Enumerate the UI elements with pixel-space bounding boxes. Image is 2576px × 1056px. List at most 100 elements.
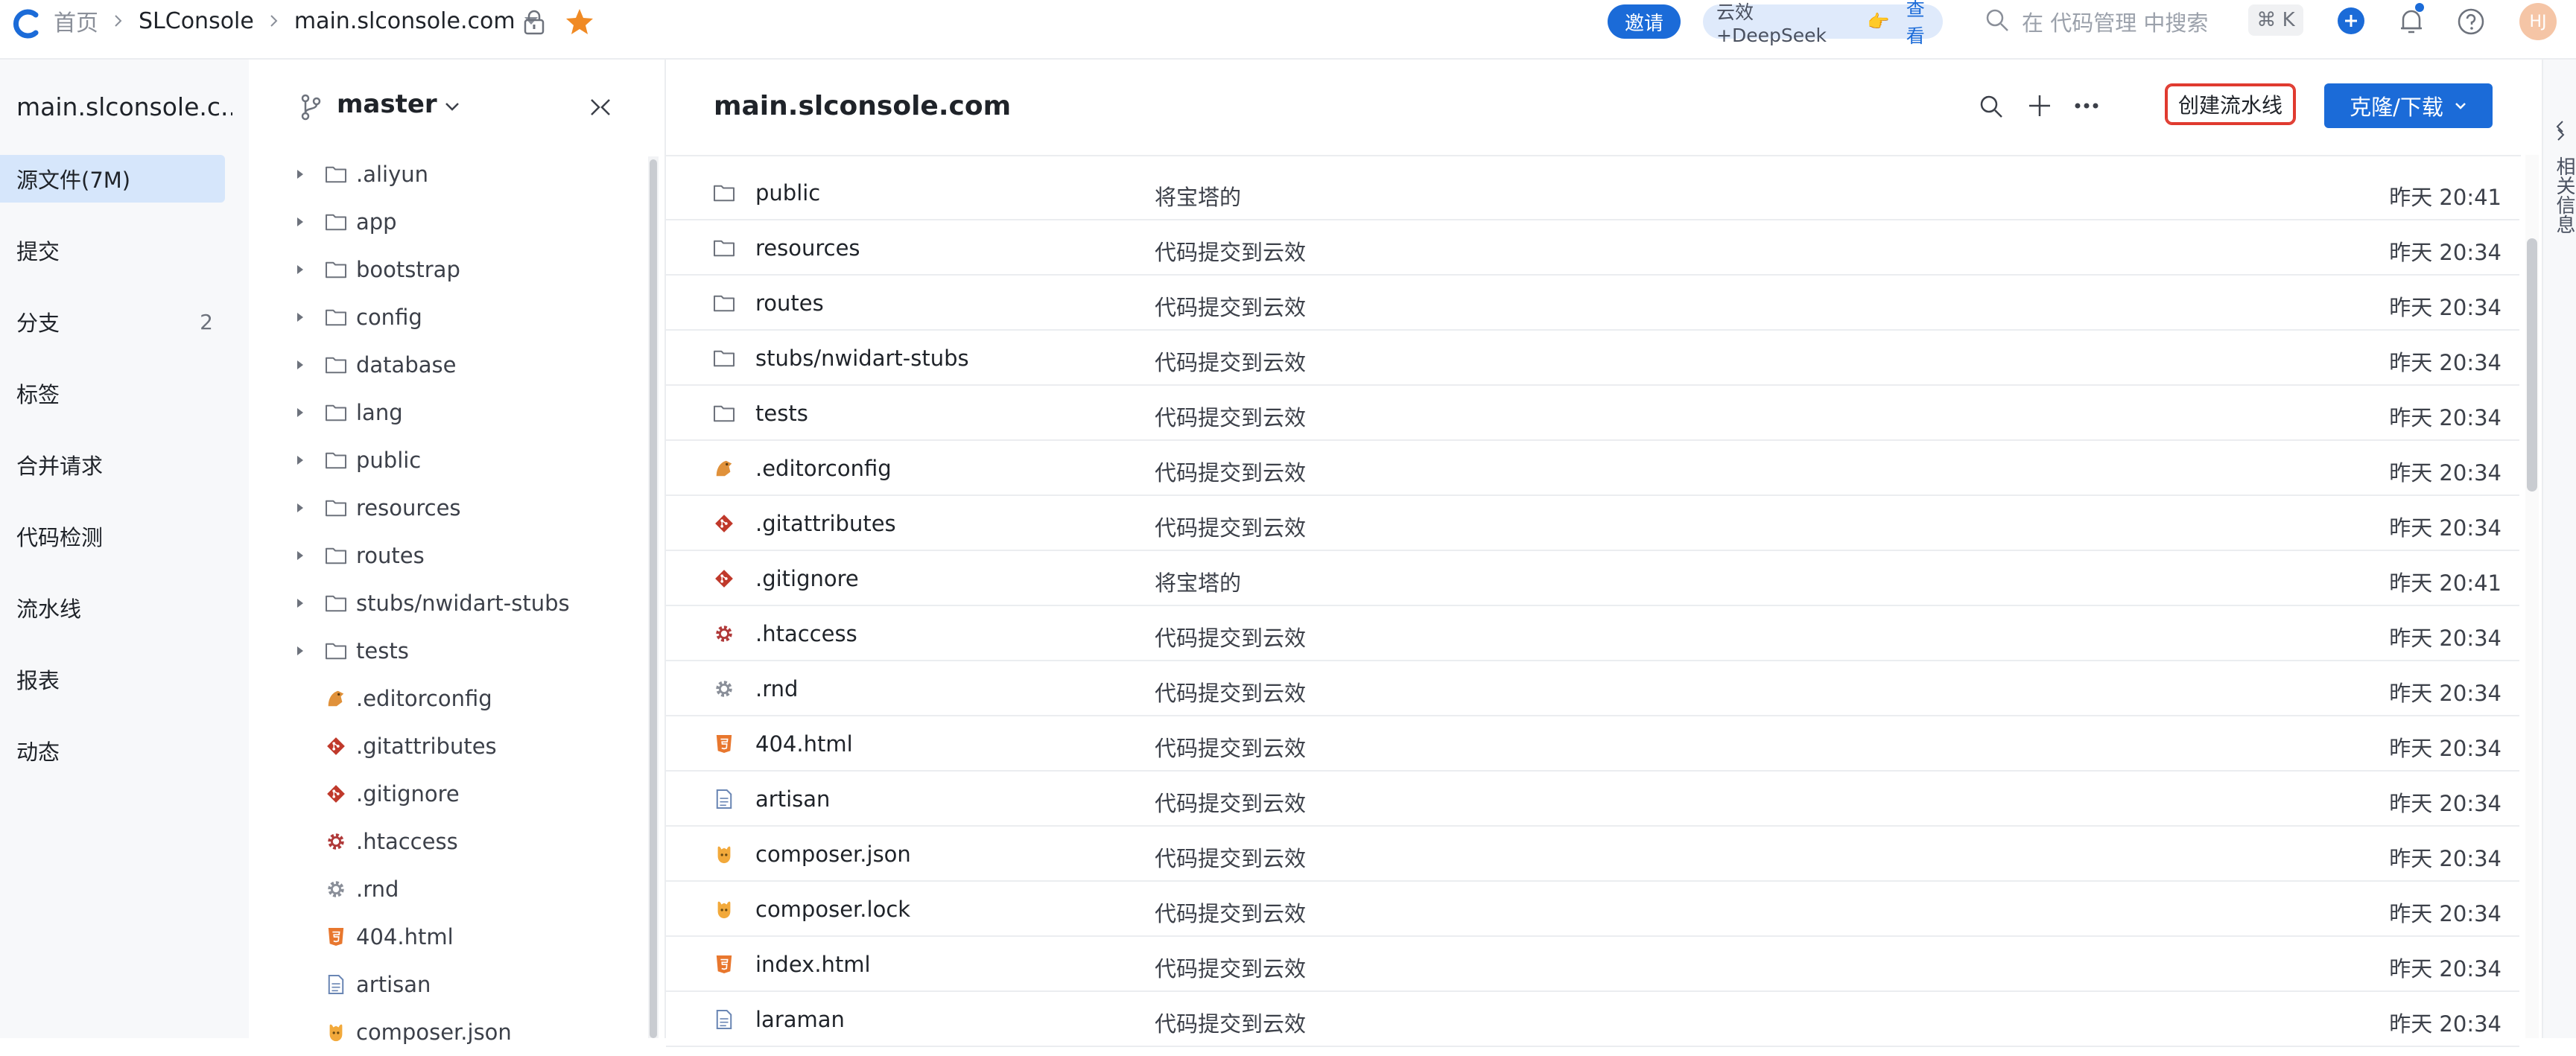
tree-item[interactable]: artisan bbox=[249, 961, 644, 1008]
file-name-link[interactable]: 404.html bbox=[755, 731, 853, 757]
sidebar-item-merge-requests[interactable]: 合并请求 bbox=[0, 441, 249, 489]
breadcrumb-home[interactable]: 首页 bbox=[54, 4, 98, 37]
file-name-link[interactable]: resources bbox=[755, 235, 860, 261]
caret-right-icon[interactable] bbox=[295, 597, 305, 610]
table-row[interactable]: laraman 代码提交到云效 昨天 20:34 bbox=[666, 992, 2519, 1047]
caret-right-icon[interactable] bbox=[295, 215, 305, 229]
invite-button[interactable]: 邀请 bbox=[1608, 4, 1681, 39]
sidebar-item-tags[interactable]: 标签 bbox=[0, 369, 249, 417]
commit-message[interactable]: 代码提交到云效 bbox=[1155, 346, 1306, 377]
file-name-link[interactable]: .htaccess bbox=[755, 621, 857, 646]
lock-icon[interactable] bbox=[521, 9, 547, 36]
file-name-link[interactable]: tests bbox=[755, 401, 808, 426]
table-row[interactable]: composer.lock 代码提交到云效 昨天 20:34 bbox=[666, 882, 2519, 937]
commit-message[interactable]: 代码提交到云效 bbox=[1155, 1007, 1306, 1038]
create-pipeline-button[interactable]: 创建流水线 bbox=[2165, 83, 2296, 125]
file-name-link[interactable]: index.html bbox=[755, 952, 871, 977]
commit-message[interactable]: 代码提交到云效 bbox=[1155, 290, 1306, 322]
tree-item[interactable]: .htaccess bbox=[249, 818, 644, 865]
table-row[interactable]: resources 代码提交到云效 昨天 20:34 bbox=[666, 220, 2519, 276]
table-row[interactable]: index.html 代码提交到云效 昨天 20:34 bbox=[666, 937, 2519, 992]
tree-item[interactable]: stubs/nwidart-stubs bbox=[249, 579, 644, 627]
commit-message[interactable]: 将宝塔的 bbox=[1155, 566, 1241, 597]
yunxiao-logo-icon[interactable] bbox=[10, 7, 43, 40]
tree-item[interactable]: public bbox=[249, 436, 644, 484]
file-name-link[interactable]: .gitattributes bbox=[755, 511, 896, 536]
caret-right-icon[interactable] bbox=[295, 358, 305, 372]
tree-scrollbar-thumb[interactable] bbox=[650, 159, 657, 1038]
tree-item[interactable]: composer.json bbox=[249, 1008, 644, 1056]
table-row[interactable]: .htaccess 代码提交到云效 昨天 20:34 bbox=[666, 606, 2519, 661]
sidebar-item-activity[interactable]: 动态 bbox=[0, 727, 249, 774]
sidebar-item-reports[interactable]: 报表 bbox=[0, 655, 249, 703]
tree-item[interactable]: .gitattributes bbox=[249, 722, 644, 770]
commit-message[interactable]: 代码提交到云效 bbox=[1155, 842, 1306, 873]
table-row[interactable]: artisan 代码提交到云效 昨天 20:34 bbox=[666, 772, 2519, 827]
file-name-link[interactable]: .gitignore bbox=[755, 566, 859, 591]
file-name-link[interactable]: composer.json bbox=[755, 842, 911, 867]
tree-item[interactable]: database bbox=[249, 341, 644, 389]
branch-selector[interactable]: master bbox=[337, 89, 437, 119]
table-row[interactable]: tests 代码提交到云效 昨天 20:34 bbox=[666, 386, 2519, 441]
caret-right-icon[interactable] bbox=[295, 406, 305, 419]
table-row[interactable]: stubs/nwidart-stubs 代码提交到云效 昨天 20:34 bbox=[666, 331, 2519, 386]
file-name-link[interactable]: routes bbox=[755, 290, 824, 316]
tree-item[interactable]: .rnd bbox=[249, 865, 644, 913]
file-name-link[interactable]: public bbox=[755, 180, 820, 206]
commit-message[interactable]: 代码提交到云效 bbox=[1155, 897, 1306, 928]
search-icon[interactable] bbox=[1979, 94, 2004, 119]
chevron-down-icon[interactable] bbox=[444, 101, 460, 112]
expand-panel-icon[interactable] bbox=[2554, 119, 2567, 141]
tree-item[interactable]: routes bbox=[249, 532, 644, 579]
tree-item[interactable]: .editorconfig bbox=[249, 675, 644, 722]
table-row[interactable]: .editorconfig 代码提交到云效 昨天 20:34 bbox=[666, 441, 2519, 496]
file-name-link[interactable]: laraman bbox=[755, 1007, 845, 1032]
sidebar-item-branches[interactable]: 分支 2 bbox=[0, 298, 249, 346]
related-info-panel[interactable]: 相关信息 bbox=[2542, 60, 2576, 1038]
tree-item[interactable]: .gitignore bbox=[249, 770, 644, 818]
sidebar-item-commits[interactable]: 提交 bbox=[0, 226, 249, 274]
promo-banner[interactable]: 云效+DeepSeek 👉 查看 bbox=[1703, 0, 1943, 47]
tree-item[interactable]: bootstrap bbox=[249, 246, 644, 293]
table-row[interactable]: .gitattributes 代码提交到云效 昨天 20:34 bbox=[666, 496, 2519, 551]
file-name-link[interactable]: .editorconfig bbox=[755, 456, 892, 481]
commit-message[interactable]: 代码提交到云效 bbox=[1155, 511, 1306, 542]
caret-right-icon[interactable] bbox=[295, 263, 305, 276]
file-name-link[interactable]: .rnd bbox=[755, 676, 798, 702]
sidebar-item-source-files[interactable]: 源文件(7M) bbox=[0, 155, 225, 203]
clone-download-button[interactable]: 克隆/下载 bbox=[2324, 83, 2493, 128]
tree-item[interactable]: tests bbox=[249, 627, 644, 675]
caret-right-icon[interactable] bbox=[295, 311, 305, 324]
file-name-link[interactable]: stubs/nwidart-stubs bbox=[755, 346, 969, 371]
collapse-panel-icon[interactable] bbox=[589, 97, 612, 118]
sidebar-item-pipeline[interactable]: 流水线 bbox=[0, 584, 249, 632]
table-row[interactable]: .rnd 代码提交到云效 昨天 20:34 bbox=[666, 661, 2519, 716]
add-icon[interactable] bbox=[2026, 92, 2053, 119]
commit-message[interactable]: 代码提交到云效 bbox=[1155, 952, 1306, 983]
caret-right-icon[interactable] bbox=[295, 168, 305, 181]
file-name-link[interactable]: artisan bbox=[755, 786, 830, 812]
caret-right-icon[interactable] bbox=[295, 501, 305, 515]
commit-message[interactable]: 代码提交到云效 bbox=[1155, 676, 1306, 707]
commit-message[interactable]: 代码提交到云效 bbox=[1155, 786, 1306, 818]
more-icon[interactable] bbox=[2074, 101, 2099, 110]
table-row[interactable]: routes 代码提交到云效 昨天 20:34 bbox=[666, 276, 2519, 331]
tree-item[interactable]: config bbox=[249, 293, 644, 341]
commit-message[interactable]: 代码提交到云效 bbox=[1155, 621, 1306, 652]
help-icon[interactable] bbox=[2457, 7, 2485, 36]
breadcrumb-repo[interactable]: main.slconsole.com bbox=[294, 8, 515, 34]
promo-view-link[interactable]: 查看 bbox=[1906, 0, 1943, 48]
file-name-link[interactable]: composer.lock bbox=[755, 897, 910, 922]
table-row[interactable]: public 将宝塔的 昨天 20:41 bbox=[666, 165, 2519, 220]
commit-message[interactable]: 代码提交到云效 bbox=[1155, 731, 1306, 763]
table-row[interactable]: 404.html 代码提交到云效 昨天 20:34 bbox=[666, 716, 2519, 772]
commit-message[interactable]: 将宝塔的 bbox=[1155, 180, 1241, 211]
avatar[interactable]: HJ bbox=[2519, 3, 2557, 40]
tree-item[interactable]: .aliyun bbox=[249, 150, 644, 198]
file-list-scrollbar-thumb[interactable] bbox=[2527, 238, 2537, 492]
table-row[interactable]: .gitignore 将宝塔的 昨天 20:41 bbox=[666, 551, 2519, 606]
tree-item[interactable]: lang bbox=[249, 389, 644, 436]
create-new-button[interactable] bbox=[2338, 7, 2364, 34]
breadcrumb-project[interactable]: SLConsole bbox=[139, 8, 254, 34]
tree-item[interactable]: 404.html bbox=[249, 913, 644, 961]
